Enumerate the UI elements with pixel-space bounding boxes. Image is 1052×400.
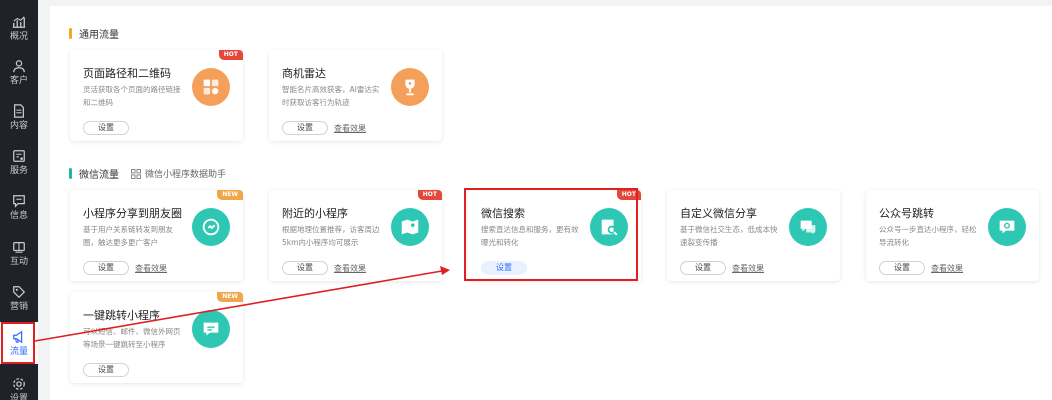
tag-icon <box>13 285 26 298</box>
card-business-radar: 商机雷达 智能名片高效获客，AI雷达实时获取访客行为轨迹 设置 查看效果 <box>269 50 442 141</box>
card-desc: 智能名片高效获客，AI雷达实时获取访客行为轨迹 <box>282 85 380 107</box>
sidebar-item-label: 营销 <box>9 301 28 312</box>
section-accent-bar <box>69 168 72 179</box>
card-title: 附近的小程序 <box>282 207 348 220</box>
settings-button[interactable]: 设置 <box>83 363 129 377</box>
card-page-path-qrcode: HOT 页面路径和二维码 灵活获取各个页面的路径链接和二维码 设置 <box>70 50 243 141</box>
search-doc-icon <box>590 208 628 246</box>
sidebar-item-label: 内容 <box>9 120 28 131</box>
sidebar-item-label: 流量 <box>9 346 28 357</box>
card-wechat-search: HOT 微信搜索 搜索直达信息和服务，更有效曝光和转化 设置 <box>468 190 641 281</box>
card-nearby-mini-program: HOT 附近的小程序 根据地理位置推荐，访客周边5km内小程序均可展示 设置 查… <box>269 190 442 281</box>
sidebar-item-label: 概况 <box>9 31 28 42</box>
service-icon <box>13 149 25 162</box>
sidebar: 概况 客户 内容 服务 信息 互动 营销 流量 设置 <box>0 0 38 400</box>
settings-button[interactable]: 设置 <box>481 261 527 275</box>
sidebar-item-label: 设置 <box>9 393 28 400</box>
sidebar-item-label: 服务 <box>9 165 28 176</box>
user-icon <box>13 59 25 72</box>
settings-button[interactable]: 设置 <box>879 261 925 275</box>
section-title: 微信流量 <box>79 170 119 181</box>
card-desc: 灵活获取各个页面的路径链接和二维码 <box>83 85 181 107</box>
card-desc: 根据地理位置推荐，访客周边5km内小程序均可展示 <box>282 225 380 247</box>
section-accent-bar <box>69 28 72 39</box>
document-icon <box>14 103 24 118</box>
main-content: 通用流量 HOT 页面路径和二维码 灵活获取各个页面的路径链接和二维码 设置 商… <box>50 6 1052 400</box>
sidebar-item-label: 信息 <box>9 210 28 221</box>
message-icon <box>13 194 25 208</box>
card-share-to-moments: NEW 小程序分享到朋友圈 基于用户关系链转发到朋友圈，触达更多更广客户 设置 … <box>70 190 243 281</box>
card-desc: 基于用户关系链转发到朋友圈，触达更多更广客户 <box>83 225 173 247</box>
card-title: 微信搜索 <box>481 207 525 220</box>
trophy-icon <box>391 68 429 106</box>
card-desc: 搜索直达信息和服务，更有效曝光和转化 <box>481 225 579 247</box>
card-title: 自定义微信分享 <box>680 207 757 220</box>
link-bubble-icon <box>192 310 230 348</box>
sidebar-item-service[interactable]: 服务 <box>0 140 38 184</box>
bubble-icon <box>988 208 1026 246</box>
settings-button[interactable]: 设置 <box>83 261 129 275</box>
sidebar-item-label: 客户 <box>9 75 28 86</box>
view-effect-link[interactable]: 查看效果 <box>732 263 764 274</box>
card-title: 页面路径和二维码 <box>83 67 171 80</box>
card-title: 商机雷达 <box>282 67 326 80</box>
hot-badge: HOT <box>417 190 442 200</box>
settings-button[interactable]: 设置 <box>680 261 726 275</box>
sidebar-item-overview[interactable]: 概况 <box>0 6 38 50</box>
sidebar-item-customer[interactable]: 客户 <box>0 50 38 94</box>
gear-icon <box>13 377 25 390</box>
sidebar-item-marketing[interactable]: 营销 <box>0 276 38 320</box>
view-effect-link[interactable]: 查看效果 <box>135 263 167 274</box>
hot-badge: HOT <box>616 190 641 200</box>
card-desc: 基于微信社交生态，低成本快速裂变传播 <box>680 225 778 247</box>
settings-button[interactable]: 设置 <box>282 121 328 135</box>
interaction-icon <box>13 241 25 253</box>
card-title: 小程序分享到朋友圈 <box>83 207 182 220</box>
chat-icon <box>789 208 827 246</box>
card-title: 一键跳转小程序 <box>83 309 160 322</box>
map-icon <box>391 208 429 246</box>
card-official-account-jump: 公众号跳转 公众号一步直达小程序，轻松导流转化 设置 查看效果 <box>866 190 1039 281</box>
grid-icon <box>131 168 141 179</box>
settings-button[interactable]: 设置 <box>282 261 328 275</box>
new-badge: NEW <box>217 190 243 200</box>
card-title: 公众号跳转 <box>879 207 934 220</box>
sidebar-item-content[interactable]: 内容 <box>0 95 38 139</box>
view-effect-link[interactable]: 查看效果 <box>334 263 366 274</box>
section-title: 通用流量 <box>79 30 119 41</box>
bar-chart-icon <box>12 15 26 28</box>
section-wechat: 微信流量 微信小程序数据助手 <box>69 166 226 181</box>
sidebar-item-message[interactable]: 信息 <box>0 185 38 229</box>
hot-badge: HOT <box>218 50 243 60</box>
card-desc: 可以短信、邮件、微信外网页等场景一键跳转至小程序 <box>83 327 181 349</box>
view-effect-link[interactable]: 查看效果 <box>931 263 963 274</box>
sidebar-item-label: 互动 <box>9 256 28 267</box>
helper-link-label: 微信小程序数据助手 <box>145 170 227 180</box>
qrcode-icon <box>192 68 230 106</box>
card-one-click-jump: NEW 一键跳转小程序 可以短信、邮件、微信外网页等场景一键跳转至小程序 设置 <box>70 292 243 383</box>
settings-button[interactable]: 设置 <box>83 121 129 135</box>
view-effect-link[interactable]: 查看效果 <box>334 123 366 134</box>
card-desc: 公众号一步直达小程序，轻松导流转化 <box>879 225 977 247</box>
section-general: 通用流量 <box>69 26 119 41</box>
mini-program-data-helper-link[interactable]: 微信小程序数据助手 <box>131 167 226 180</box>
megaphone-icon <box>13 330 23 343</box>
share-icon <box>192 208 230 246</box>
new-badge: NEW <box>217 292 243 302</box>
sidebar-item-interaction[interactable]: 互动 <box>0 231 38 275</box>
card-custom-wechat-share: 自定义微信分享 基于微信社交生态，低成本快速裂变传播 设置 查看效果 <box>667 190 840 281</box>
sidebar-item-settings[interactable]: 设置 <box>0 368 38 400</box>
sidebar-item-traffic[interactable]: 流量 <box>0 322 38 364</box>
